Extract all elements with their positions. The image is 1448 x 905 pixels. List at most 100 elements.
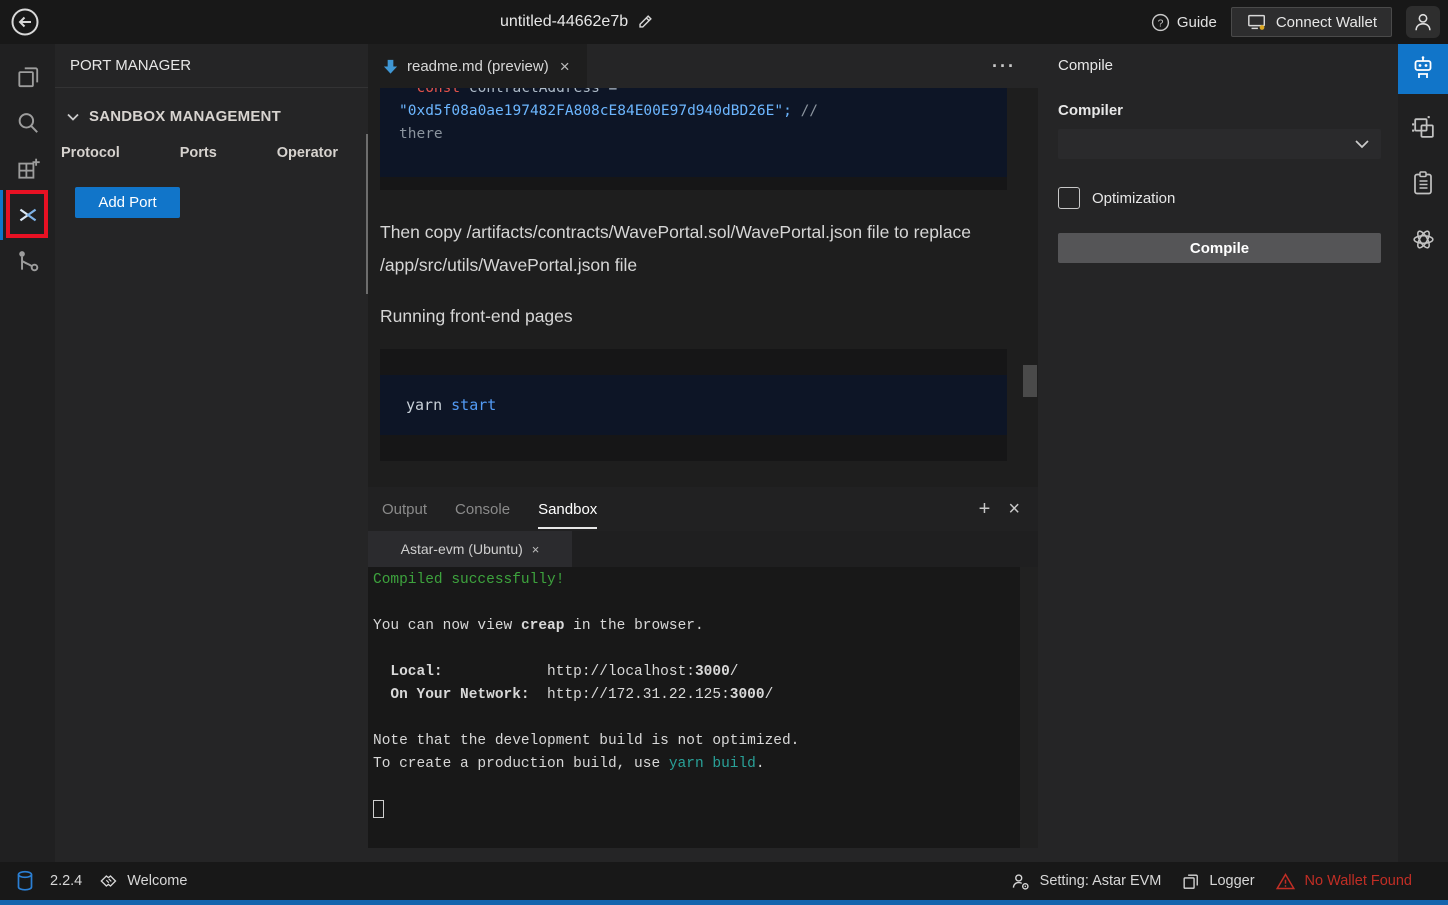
compiler-label: Compiler	[1058, 102, 1381, 119]
terminal-output: Compiled successfully! You can now view …	[368, 567, 1038, 848]
editor-more-actions-icon[interactable]: ···	[992, 56, 1016, 77]
logger-button[interactable]: Logger	[1181, 872, 1254, 891]
back-button[interactable]	[10, 7, 40, 37]
connect-wallet-label: Connect Wallet	[1276, 14, 1377, 31]
title-bar-actions: ? Guide Connect Wallet	[1151, 0, 1440, 44]
terminal-network-slash: /	[765, 687, 774, 703]
tab-output[interactable]: Output	[382, 487, 427, 531]
terminal-yarn-build: yarn build	[669, 756, 756, 772]
project-title: untitled-44662e7b	[500, 13, 628, 31]
deploy-interact-icon[interactable]	[1398, 104, 1448, 150]
chevron-down-icon	[1353, 136, 1371, 152]
red-highlight-box	[6, 190, 48, 238]
code-keyword: const	[416, 88, 460, 96]
compiler-select[interactable]	[1058, 129, 1381, 159]
terminal-view-pre: You can now view	[373, 618, 521, 634]
main-area: PORT MANAGER SANDBOX MANAGEMENT Protocol…	[0, 44, 1448, 862]
edit-pencil-icon[interactable]	[636, 13, 654, 31]
code-command: yarn	[406, 396, 451, 414]
robot-compile-icon[interactable]	[1398, 44, 1448, 94]
terminal-app-name: creap	[521, 618, 565, 634]
status-bar: 2.2.4 Welcome Setting: Astar EVM Logger …	[0, 862, 1448, 905]
question-circle-icon: ?	[1151, 13, 1170, 32]
column-protocol: Protocol	[61, 145, 120, 161]
handshake-icon	[98, 871, 118, 891]
no-wallet-warning[interactable]: No Wallet Found	[1275, 871, 1412, 892]
status-bar-right: Setting: Astar EVM Logger No Wallet Foun…	[1010, 871, 1412, 892]
setting-button[interactable]: Setting: Astar EVM	[1010, 871, 1162, 892]
compile-panel-title: Compile	[1038, 44, 1398, 88]
compile-button[interactable]: Compile	[1058, 233, 1381, 263]
ports-table-header: Protocol Ports Operator	[55, 125, 368, 161]
tab-label: readme.md (preview)	[407, 58, 549, 75]
welcome-button[interactable]: Welcome	[98, 871, 187, 891]
openai-icon[interactable]	[1398, 216, 1448, 262]
extensions-icon[interactable]	[0, 146, 55, 192]
code-comment-wrap: there	[399, 126, 443, 142]
code-argument: start	[451, 396, 496, 414]
no-wallet-label: No Wallet Found	[1305, 873, 1412, 889]
connect-wallet-button[interactable]: Connect Wallet	[1231, 7, 1392, 37]
user-setting-icon	[1010, 871, 1031, 892]
editor-scrollbar-thumb[interactable]	[1023, 365, 1037, 397]
paragraph-copy-instructions: Then copy /artifacts/contracts/WavePorta…	[380, 216, 980, 282]
chevron-down-icon	[65, 109, 81, 125]
terminal-network-port: 3000	[730, 687, 765, 703]
terminal-network-label: On Your Network:	[390, 687, 529, 703]
terminal-compiled-line: Compiled successfully!	[373, 572, 564, 588]
panel-actions: + ×	[979, 499, 1020, 519]
terminal-note-2-pre: To create a production build, use	[373, 756, 669, 772]
session-tab-label: Astar-evm (Ubuntu)	[401, 541, 523, 557]
warning-triangle-icon	[1275, 871, 1296, 892]
logger-label: Logger	[1209, 873, 1254, 889]
port-manager-icon[interactable]	[0, 192, 55, 238]
clipboard-icon[interactable]	[1398, 160, 1448, 206]
code-indent	[399, 88, 416, 96]
session-tab-astar-evm[interactable]: Astar-evm (Ubuntu) ×	[368, 531, 572, 567]
optimization-checkbox[interactable]	[1058, 187, 1080, 209]
bottom-panel: Output Console Sandbox + × Astar-evm (Ub…	[368, 487, 1038, 862]
sidebar-title: PORT MANAGER	[55, 44, 368, 88]
terminal-local-gap	[443, 664, 547, 680]
code-block-contract-address: const contractAddress = "0xd5f08a0ae1974…	[380, 88, 1007, 177]
terminal-local-label: Local:	[390, 664, 442, 680]
code-address-string: "0xd5f08a0ae197482FA808cE84E00E97d940dBD…	[399, 103, 792, 119]
sandbox-management-section[interactable]: SANDBOX MANAGEMENT	[55, 88, 368, 125]
port-manager-sidebar: PORT MANAGER SANDBOX MANAGEMENT Protocol…	[55, 44, 368, 862]
column-operator: Operator	[277, 145, 338, 161]
sandbox-session-row: Astar-evm (Ubuntu) ×	[368, 531, 1038, 567]
code-block-footer	[380, 177, 1007, 190]
editor-tab-bar: readme.md (preview) × ···	[368, 44, 1038, 88]
add-terminal-icon[interactable]: +	[979, 499, 991, 519]
terminal-view-post: in the browser.	[564, 618, 703, 634]
terminal-scrollbar[interactable]	[1020, 567, 1038, 848]
close-panel-icon[interactable]: ×	[1008, 499, 1020, 519]
add-port-button[interactable]: Add Port	[75, 187, 180, 218]
panel-tab-bar: Output Console Sandbox + ×	[368, 487, 1038, 531]
paragraph-running-frontend: Running front-end pages	[380, 300, 1007, 333]
tab-console[interactable]: Console	[455, 487, 510, 531]
wallet-icon	[1246, 12, 1268, 32]
code-declaration: contractAddress =	[460, 88, 617, 96]
code-block-yarn-start: yarn start	[380, 349, 1007, 461]
markdown-preview-icon	[382, 58, 399, 75]
tab-readme-preview[interactable]: readme.md (preview) ×	[368, 44, 587, 88]
terminal-note-1: Note that the development build is not o…	[373, 733, 799, 749]
database-icon	[16, 870, 34, 892]
session-close-icon[interactable]: ×	[532, 542, 540, 557]
title-bar: untitled-44662e7b ? Guide Connect Wallet	[0, 0, 1448, 44]
tab-sandbox[interactable]: Sandbox	[538, 487, 597, 531]
search-icon[interactable]	[0, 100, 55, 146]
version-label: 2.2.4	[50, 873, 82, 889]
terminal-cursor	[373, 800, 384, 818]
editor-column: readme.md (preview) × ··· const contract…	[368, 44, 1038, 862]
guide-button[interactable]: ? Guide	[1151, 13, 1217, 32]
optimization-row: Optimization	[1058, 187, 1381, 209]
terminal-local-url: http://localhost:	[547, 664, 695, 680]
tab-close-icon[interactable]: ×	[557, 57, 573, 76]
active-indicator	[0, 190, 3, 240]
back-arrow-icon	[10, 7, 40, 37]
avatar-button[interactable]	[1406, 6, 1440, 38]
files-icon[interactable]	[0, 54, 55, 100]
git-graph-icon[interactable]	[0, 238, 55, 284]
